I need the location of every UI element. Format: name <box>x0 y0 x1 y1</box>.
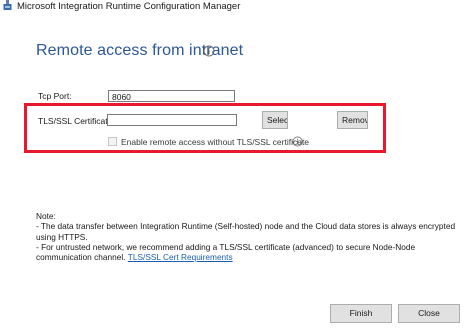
tcp-port-input[interactable]: 8060 <box>108 90 235 102</box>
select-certificate-button[interactable]: Selec <box>262 111 288 129</box>
finish-button[interactable]: Finish <box>330 304 392 323</box>
info-icon[interactable] <box>203 45 215 57</box>
tls-ssl-certificate-input[interactable] <box>107 114 237 126</box>
window-title: Microsoft Integration Runtime Configurat… <box>17 1 241 12</box>
note-section: Note: - The data transfer between Integr… <box>36 211 456 262</box>
remove-certificate-button[interactable]: Remov <box>337 111 368 129</box>
enable-remote-access-checkbox[interactable] <box>108 137 117 146</box>
note-line-recommendation: - For untrusted network, we recommend ad… <box>36 242 456 263</box>
enable-remote-access-label: Enable remote access without TLS/SSL cer… <box>121 137 310 147</box>
note-line-encryption: - The data transfer between Integration … <box>36 221 456 242</box>
close-button[interactable]: Close <box>398 304 460 323</box>
tls-ssl-certificate-label: TLS/SSL Certificate: <box>38 116 115 126</box>
tcp-port-label: Tcp Port: <box>38 91 72 101</box>
info-icon[interactable] <box>292 136 303 147</box>
title-bar: Microsoft Integration Runtime Configurat… <box>0 0 474 14</box>
runtime-app-icon <box>3 0 12 10</box>
tls-ssl-cert-requirements-link[interactable]: TLS/SSL Cert Requirements <box>128 252 233 262</box>
note-heading: Note: <box>36 211 56 221</box>
